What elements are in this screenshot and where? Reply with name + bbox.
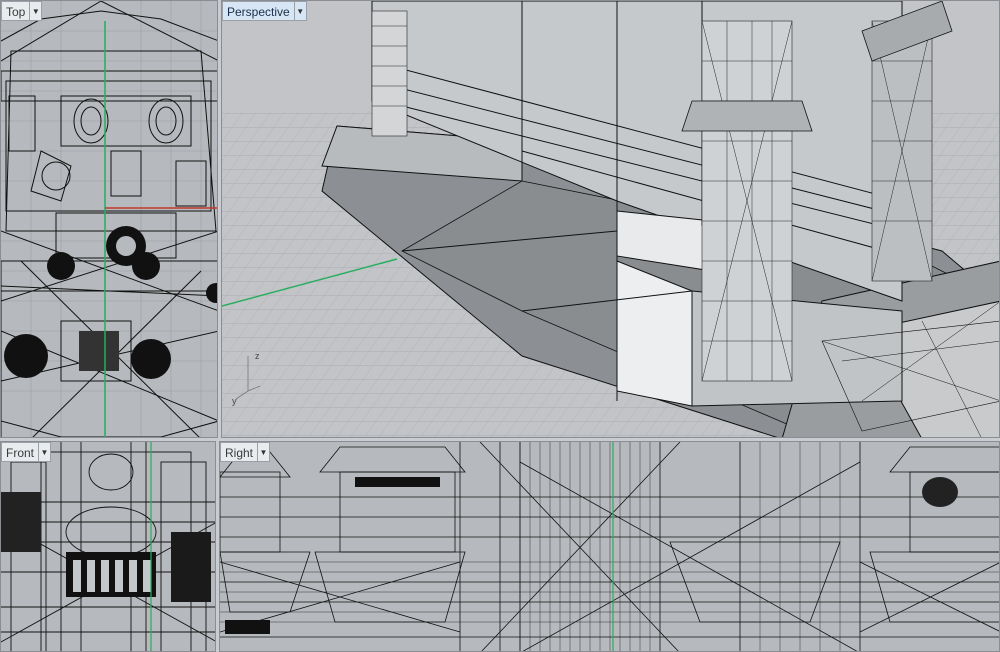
- viewport-tab-perspective[interactable]: Perspective ▼: [222, 1, 307, 21]
- top-view-wireframe: [1, 1, 217, 437]
- viewport-tab-right[interactable]: Right ▼: [220, 442, 271, 462]
- viewport-top[interactable]: Top ▼: [0, 0, 218, 438]
- right-view-wireframe: [220, 442, 999, 651]
- dropdown-arrow-icon[interactable]: ▼: [38, 442, 52, 462]
- front-view-wireframe: [1, 442, 215, 651]
- viewport-label-top[interactable]: Top: [1, 1, 30, 21]
- viewport-tab-top[interactable]: Top ▼: [1, 1, 43, 21]
- viewport-right[interactable]: Right ▼: [219, 441, 1000, 652]
- perspective-view-wireframe: z y: [222, 1, 999, 437]
- viewport-front[interactable]: Front ▼: [0, 441, 216, 652]
- viewport-label-right[interactable]: Right: [220, 442, 258, 462]
- viewport-label-perspective[interactable]: Perspective: [222, 1, 294, 21]
- viewport-tab-front[interactable]: Front ▼: [1, 442, 52, 462]
- viewport-perspective[interactable]: Perspective ▼ z y: [221, 0, 1000, 438]
- axis-y-label: y: [232, 396, 237, 406]
- dropdown-arrow-icon[interactable]: ▼: [257, 442, 271, 462]
- viewport-label-front[interactable]: Front: [1, 442, 39, 462]
- dropdown-arrow-icon[interactable]: ▼: [29, 1, 43, 21]
- axis-z-label: z: [255, 351, 260, 361]
- dropdown-arrow-icon[interactable]: ▼: [293, 1, 307, 21]
